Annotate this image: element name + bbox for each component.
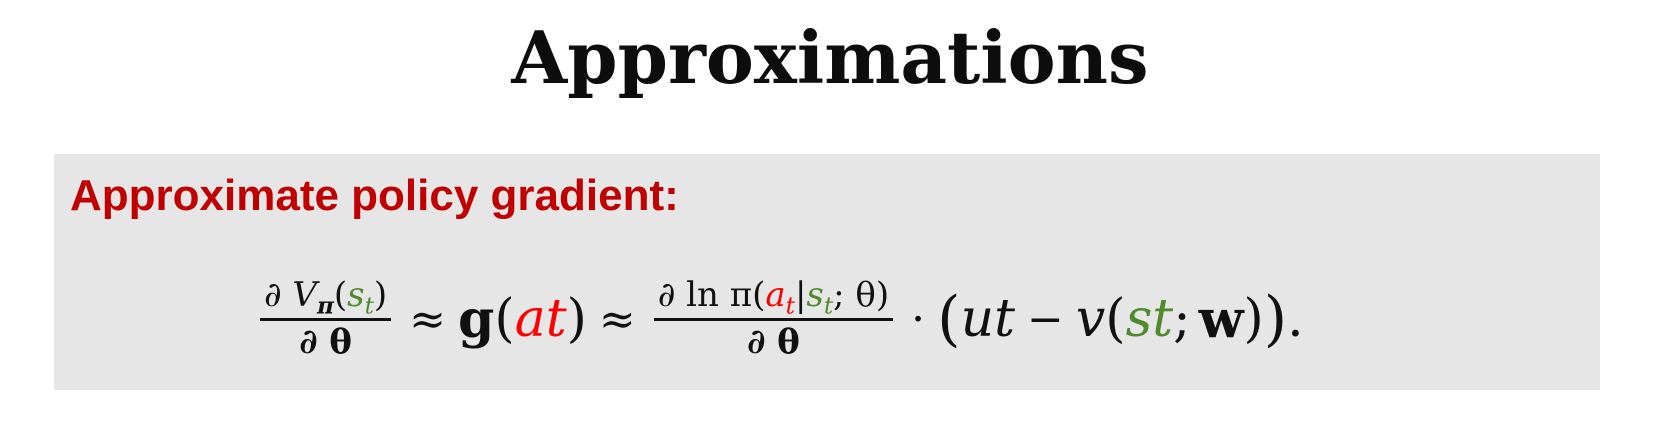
- g-open-paren: (: [494, 289, 515, 349]
- slide-title: Approximations: [511, 15, 1149, 100]
- trailing-period: .: [1287, 289, 1304, 349]
- lhs-partial-symbol: ∂: [264, 275, 282, 316]
- rhs-state-subscript: t: [823, 293, 834, 320]
- v-close-paren: ): [1243, 289, 1264, 349]
- v-open-paren: (: [1105, 289, 1126, 349]
- v-state-symbol: s: [1125, 289, 1153, 349]
- box-heading: Approximate policy gradient:: [70, 171, 679, 220]
- dot-operator: ·: [911, 293, 926, 345]
- big-open-paren: (: [937, 284, 961, 354]
- rhs-fraction: ∂ ln π(at|st; θ) ∂ θ: [653, 275, 894, 362]
- lhs-denominator: ∂ θ: [299, 321, 352, 362]
- rhs-action-subscript: t: [785, 293, 795, 320]
- rhs-denominator: ∂ θ: [747, 321, 800, 362]
- v-symbol: v: [1075, 289, 1106, 349]
- approx-sign-1: ≈: [409, 293, 447, 345]
- rhs-numerator: ∂ ln π(at|st; θ): [654, 275, 893, 320]
- v-separator: ;: [1173, 289, 1191, 349]
- lhs-state-subscript: t: [364, 293, 374, 320]
- g-action-symbol: a: [514, 289, 546, 349]
- lhs-numerator: ∂ Vπ(st): [260, 275, 391, 320]
- lhs-fraction: ∂ Vπ(st) ∂ θ: [260, 275, 392, 362]
- rhs-num-suffix: ; θ): [833, 275, 890, 316]
- rhs-conditional-bar: |: [794, 275, 807, 316]
- policy-gradient-formula: ∂ Vπ(st) ∂ θ ≈ g(a t) ≈ ∂ ln π(at|st; θ) …: [254, 269, 1304, 369]
- lhs-V-symbol: V: [292, 275, 317, 316]
- u-symbol: u: [960, 289, 995, 349]
- w-symbol: w: [1198, 288, 1244, 350]
- rhs-num-prefix: ∂ ln π(: [657, 275, 766, 316]
- lhs-open-paren: (: [333, 275, 348, 316]
- highlight-box: Approximate policy gradient: ∂ Vπ(st) ∂ …: [54, 154, 1600, 390]
- approx-sign-2: ≈: [598, 293, 636, 345]
- lhs-pi-subscript: π: [316, 292, 334, 320]
- g-symbol: g: [458, 288, 495, 350]
- lhs-close-paren: ): [373, 275, 388, 316]
- lhs-state-symbol: s: [347, 275, 365, 316]
- big-close-paren: ): [1263, 284, 1288, 354]
- minus-sign: −: [1027, 293, 1064, 345]
- g-close-paren: ): [566, 289, 587, 349]
- rhs-action-symbol: a: [765, 275, 786, 316]
- rhs-state-symbol: s: [806, 275, 824, 316]
